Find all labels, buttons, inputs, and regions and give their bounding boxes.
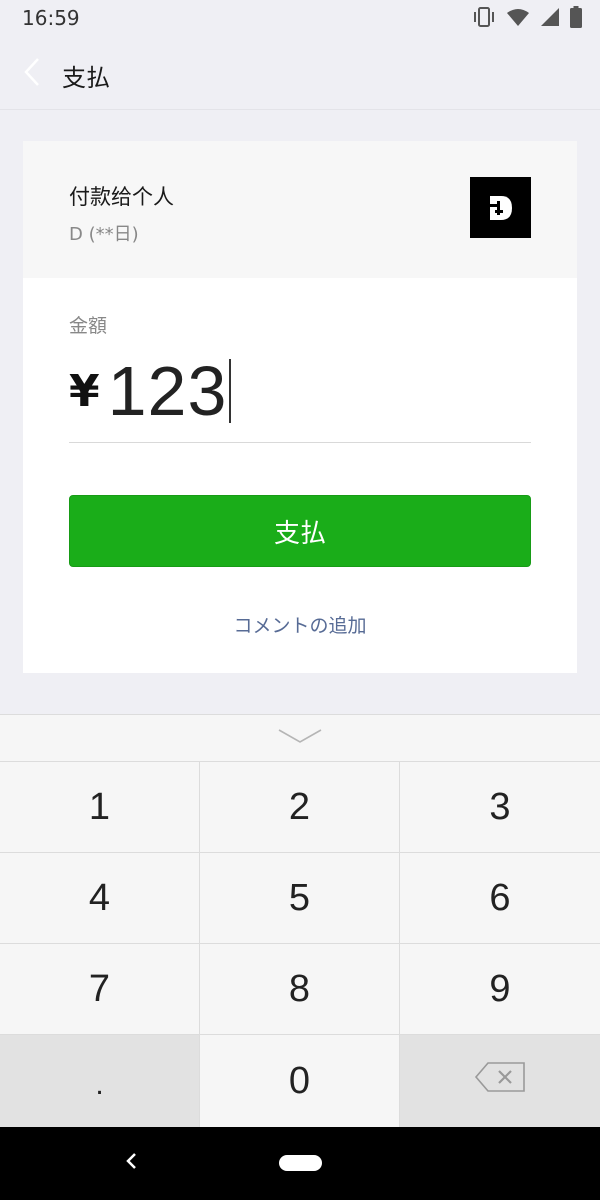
key-0[interactable]: 0 (200, 1035, 400, 1128)
key-7[interactable]: 7 (0, 944, 200, 1035)
amount-input[interactable]: ¥ 123 (69, 351, 232, 431)
wifi-icon (506, 7, 530, 27)
key-3[interactable]: 3 (400, 762, 600, 853)
text-cursor (229, 359, 232, 423)
status-bar: 16:59 (0, 0, 600, 38)
pay-button[interactable]: 支払 (69, 495, 531, 567)
nav-home-button[interactable] (279, 1155, 322, 1171)
avatar-logo (488, 195, 512, 220)
key-decimal[interactable]: . (0, 1035, 200, 1128)
currency-symbol: ¥ (69, 365, 100, 417)
back-button[interactable] (14, 56, 50, 92)
nav-back-icon (124, 1150, 138, 1176)
add-comment-link[interactable]: コメントの追加 (23, 611, 577, 638)
key-2[interactable]: 2 (200, 762, 400, 853)
status-icons (472, 6, 582, 28)
avatar (470, 177, 531, 238)
payee-section: 付款给个人 D (**日) (23, 141, 577, 278)
nav-back-button[interactable] (118, 1149, 144, 1177)
battery-icon (570, 6, 582, 28)
key-5[interactable]: 5 (200, 853, 400, 944)
chevron-left-icon (23, 57, 41, 91)
key-9[interactable]: 9 (400, 944, 600, 1035)
amount-label: 金額 (69, 315, 108, 337)
app-header: 支払 (0, 38, 600, 110)
keypad-grid: 1 2 3 4 5 6 7 8 9 . 0 (0, 762, 600, 1128)
vibrate-icon (472, 6, 496, 28)
keypad-collapse-button[interactable] (0, 715, 600, 762)
numeric-keypad: 1 2 3 4 5 6 7 8 9 . 0 (0, 714, 600, 1128)
chevron-down-icon (278, 728, 322, 748)
amount-underline (69, 442, 531, 443)
signal-icon (540, 7, 560, 27)
page-title: 支払 (62, 64, 110, 92)
payment-card: 付款给个人 D (**日) 金額 ¥ 123 支払 コメントの追加 (23, 141, 577, 673)
payee-title: 付款给个人 (69, 185, 174, 209)
status-time: 16:59 (22, 6, 80, 30)
key-4[interactable]: 4 (0, 853, 200, 944)
amount-value: 123 (107, 352, 228, 430)
key-8[interactable]: 8 (200, 944, 400, 1035)
payee-name: D (**日) (69, 224, 139, 245)
key-delete[interactable] (400, 1035, 600, 1128)
key-6[interactable]: 6 (400, 853, 600, 944)
key-1[interactable]: 1 (0, 762, 200, 853)
backspace-icon (474, 1060, 526, 1103)
system-nav-bar (0, 1127, 600, 1200)
